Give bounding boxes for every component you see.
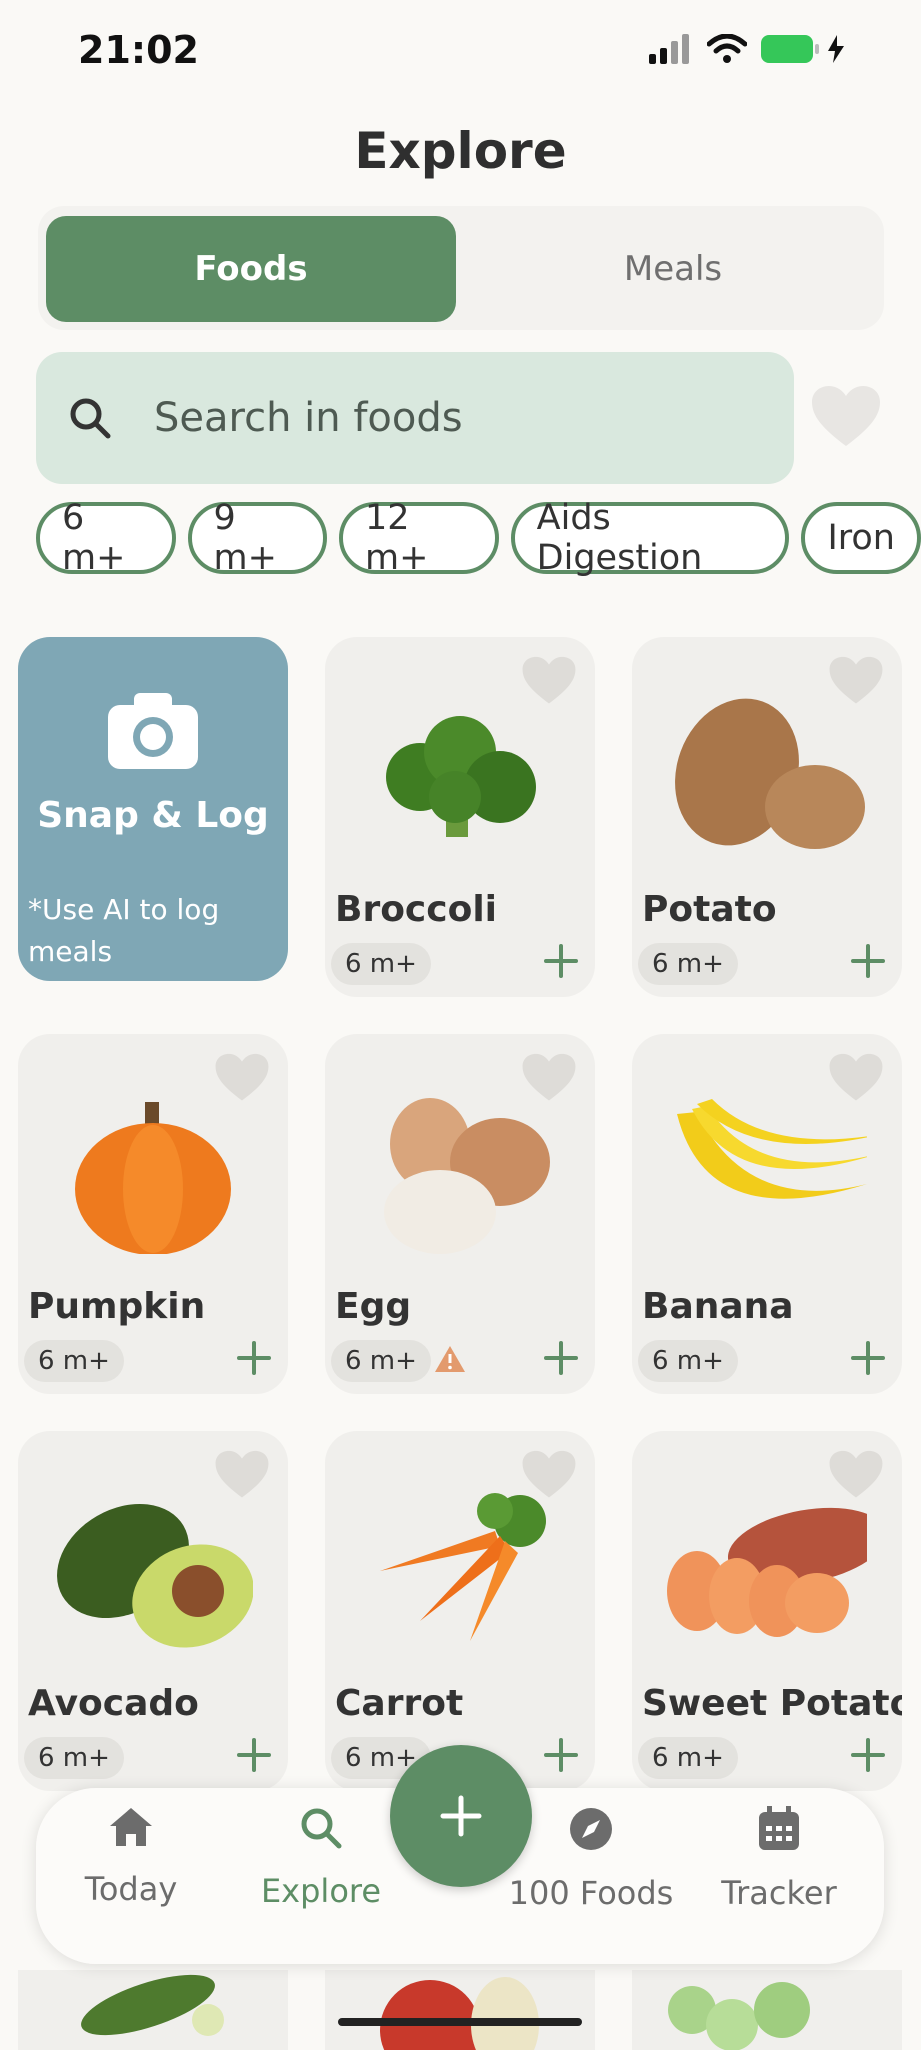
signal-icon [649, 34, 689, 64]
food-card-carrot[interactable]: Carrot 6 m+ [325, 1431, 595, 1791]
add-icon[interactable] [543, 943, 579, 979]
wifi-icon [707, 34, 747, 63]
add-icon[interactable] [543, 1737, 579, 1773]
food-name: Potato [642, 889, 777, 930]
add-icon[interactable] [543, 1340, 579, 1376]
calendar-icon [759, 1806, 799, 1850]
add-icon[interactable] [850, 1737, 886, 1773]
nav-explore[interactable]: Explore [226, 1806, 416, 1910]
food-card-egg[interactable]: Egg 6 m+ [325, 1034, 595, 1394]
charging-icon [828, 35, 844, 63]
food-name: Avocado [28, 1683, 199, 1724]
add-icon[interactable] [850, 943, 886, 979]
nav-label: Today [84, 1870, 178, 1908]
chip-aids-digestion[interactable]: Aids Digestion [510, 498, 790, 578]
zucchini-image [81, 1974, 224, 2036]
age-badge: 6 m+ [331, 943, 431, 985]
plus-icon [440, 1795, 482, 1837]
chip-9m[interactable]: 9 m+ [187, 498, 328, 578]
chip-12m[interactable]: 12 m+ [339, 498, 499, 578]
tab-meals[interactable]: Meals [468, 216, 878, 322]
page-title: Explore [354, 122, 567, 180]
banana-image [677, 1099, 867, 1199]
age-badge: 6 m+ [24, 1340, 124, 1382]
status-icons [649, 34, 845, 64]
search-input[interactable] [152, 394, 756, 442]
food-name: Broccoli [335, 889, 498, 930]
search-bar[interactable] [36, 352, 794, 484]
cucumber-image [668, 1982, 810, 2050]
age-badge: 6 m+ [638, 1340, 738, 1382]
search-icon [301, 1808, 342, 1849]
snap-and-log-card[interactable]: Snap & Log *Use AI to log meals [18, 637, 288, 981]
chip-6m[interactable]: 6 m+ [36, 498, 176, 578]
warning-icon[interactable] [433, 1344, 467, 1374]
tab-foods[interactable]: Foods [46, 216, 456, 322]
age-badge: 6 m+ [24, 1737, 124, 1779]
add-icon[interactable] [236, 1340, 272, 1376]
food-name: Pumpkin [28, 1286, 206, 1327]
nav-label: Explore [260, 1872, 382, 1910]
foods-meals-segmented-control: Foods Meals [38, 206, 884, 330]
apple-pear-image [380, 1977, 539, 2050]
nav-label: Tracker [721, 1874, 837, 1912]
nav-tracker[interactable]: Tracker [684, 1806, 874, 1912]
food-card-sweet-potato[interactable]: Sweet Potato 6 m+ [632, 1431, 902, 1791]
chip-iron[interactable]: Iron [801, 502, 921, 574]
food-card-broccoli[interactable]: Broccoli 6 m+ [325, 637, 595, 997]
battery-icon [761, 35, 819, 63]
age-badge: 6 m+ [331, 1340, 431, 1382]
broccoli-image [386, 716, 536, 837]
home-indicator [338, 2018, 582, 2026]
status-bar: 21:02 [0, 0, 921, 100]
add-button[interactable] [390, 1745, 532, 1887]
compass-icon [570, 1808, 612, 1850]
egg-image [384, 1098, 550, 1254]
food-card-pumpkin[interactable]: Pumpkin 6 m+ [18, 1034, 288, 1394]
nav-today[interactable]: Today [36, 1806, 226, 1908]
age-badge: 6 m+ [638, 943, 738, 985]
home-icon [110, 1808, 152, 1846]
potato-image [675, 698, 865, 849]
avocado-image [57, 1503, 253, 1648]
search-icon [70, 398, 111, 439]
pumpkin-image [75, 1102, 231, 1254]
food-name: Sweet Potato [642, 1683, 902, 1724]
food-name: Carrot [335, 1683, 464, 1724]
add-icon[interactable] [850, 1340, 886, 1376]
food-card-peek-fruit[interactable] [325, 1970, 595, 2050]
filter-chips: 6 m+ 9 m+ 12 m+ Aids Digestion Iron [36, 498, 921, 578]
snap-title: Snap & Log [37, 795, 269, 836]
food-name: Banana [642, 1286, 794, 1327]
food-name: Egg [335, 1286, 412, 1327]
food-card-potato[interactable]: Potato 6 m+ [632, 637, 902, 997]
food-card-banana[interactable]: Banana 6 m+ [632, 1034, 902, 1394]
add-icon[interactable] [236, 1737, 272, 1773]
favorites-heart-icon[interactable] [810, 384, 882, 450]
food-card-avocado[interactable]: Avocado 6 m+ [18, 1431, 288, 1791]
camera-icon [108, 693, 198, 769]
carrot-image [380, 1493, 546, 1641]
sweet-potato-image [667, 1507, 867, 1637]
nav-label: 100 Foods [508, 1874, 674, 1912]
age-badge: 6 m+ [638, 1737, 738, 1779]
status-time: 21:02 [78, 28, 199, 72]
snap-note: *Use AI to log meals [28, 893, 220, 968]
food-card-peek-cucumber[interactable] [632, 1970, 902, 2050]
food-card-peek-zucchini[interactable] [18, 1970, 288, 2050]
